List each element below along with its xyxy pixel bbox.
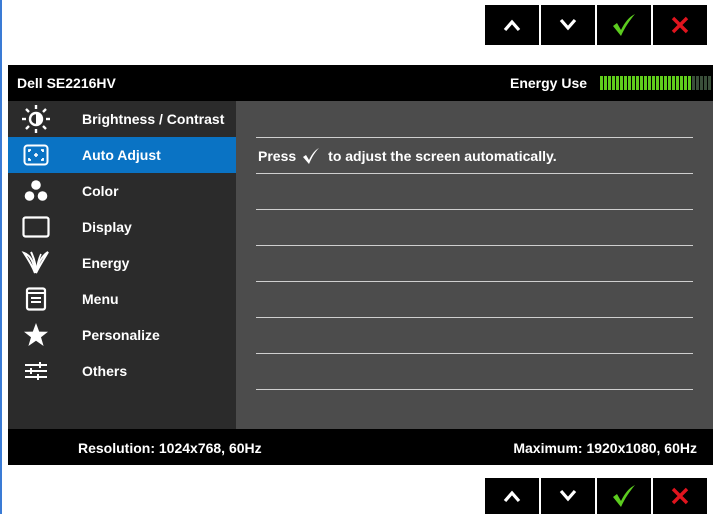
instruction-text: to adjust the screen automatically. bbox=[328, 148, 557, 164]
current-resolution: Resolution: 1024x768, 60Hz bbox=[78, 440, 262, 456]
auto-adjust-icon bbox=[16, 140, 56, 170]
exit-button[interactable] bbox=[653, 478, 707, 514]
confirm-button[interactable] bbox=[597, 5, 651, 45]
energy-meter-segment bbox=[652, 76, 655, 90]
maximum-resolution: Maximum: 1920x1080, 60Hz bbox=[513, 440, 697, 456]
row-divider bbox=[256, 173, 693, 174]
energy-meter-segment bbox=[604, 76, 607, 90]
row-divider bbox=[256, 245, 693, 246]
menu-item-display[interactable]: Display bbox=[8, 209, 236, 245]
menu-item-others[interactable]: Others bbox=[8, 353, 236, 389]
row-divider bbox=[256, 353, 693, 354]
model-name: Dell SE2216HV bbox=[17, 75, 116, 91]
energy-meter-segment bbox=[648, 76, 651, 90]
energy-meter-segment bbox=[644, 76, 647, 90]
menu-item-label: Auto Adjust bbox=[82, 147, 161, 163]
down-button[interactable] bbox=[541, 5, 595, 45]
color-icon bbox=[16, 176, 56, 206]
osd-footer: Resolution: 1024x768, 60Hz Maximum: 1920… bbox=[8, 429, 713, 465]
menu-item-color[interactable]: Color bbox=[8, 173, 236, 209]
energy-meter-segment bbox=[640, 76, 643, 90]
checkmark-icon bbox=[613, 14, 635, 36]
energy-meter-segment bbox=[620, 76, 623, 90]
menu-item-label: Color bbox=[82, 183, 119, 199]
up-arrow-icon bbox=[503, 490, 521, 503]
auto-adjust-instruction: Press to adjust the screen automatically… bbox=[258, 147, 557, 165]
energy-icon bbox=[16, 248, 56, 278]
energy-meter-segment bbox=[636, 76, 639, 90]
down-arrow-icon bbox=[559, 489, 577, 502]
confirm-button[interactable] bbox=[597, 478, 651, 514]
energy-meter-segment bbox=[616, 76, 619, 90]
energy-meter-segment bbox=[608, 76, 611, 90]
menu-item-label: Energy bbox=[82, 255, 130, 271]
energy-meter-segment bbox=[628, 76, 631, 90]
bottom-button-bar bbox=[485, 478, 709, 514]
display-icon bbox=[16, 212, 56, 242]
energy-meter-segment bbox=[632, 76, 635, 90]
top-button-bar bbox=[485, 5, 709, 45]
menu-item-label: Display bbox=[82, 219, 132, 235]
menu-item-label: Menu bbox=[82, 291, 119, 307]
menu-item-energy[interactable]: Energy bbox=[8, 245, 236, 281]
menu-item-label: Personalize bbox=[82, 327, 160, 343]
brightness-icon bbox=[16, 104, 56, 134]
menu-item-label: Brightness / Contrast bbox=[82, 111, 225, 127]
energy-meter-segment bbox=[664, 76, 667, 90]
energy-meter-segment bbox=[700, 76, 703, 90]
close-icon bbox=[671, 16, 689, 34]
window-edge bbox=[0, 0, 2, 514]
exit-button[interactable] bbox=[653, 5, 707, 45]
osd-window: Dell SE2216HV Energy Use Brightness / Co… bbox=[8, 65, 713, 465]
menu-item-personalize[interactable]: Personalize bbox=[8, 317, 236, 353]
energy-meter-segment bbox=[660, 76, 663, 90]
menu-item-menu[interactable]: Menu bbox=[8, 281, 236, 317]
checkmark-icon bbox=[613, 485, 635, 507]
sliders-icon bbox=[16, 356, 56, 386]
energy-meter-segment bbox=[612, 76, 615, 90]
energy-meter-segment bbox=[688, 76, 691, 90]
down-arrow-icon bbox=[559, 18, 577, 31]
energy-meter-segment bbox=[692, 76, 695, 90]
up-arrow-icon bbox=[503, 19, 521, 32]
energy-use-meter bbox=[600, 76, 711, 90]
close-icon bbox=[671, 487, 689, 505]
energy-meter-segment bbox=[672, 76, 675, 90]
menu-icon bbox=[16, 284, 56, 314]
press-text: Press bbox=[258, 148, 297, 164]
row-divider bbox=[256, 281, 693, 282]
star-icon bbox=[16, 320, 56, 350]
energy-meter-segment bbox=[600, 76, 603, 90]
energy-meter-segment bbox=[680, 76, 683, 90]
row-divider bbox=[256, 137, 693, 138]
menu-item-auto-adjust[interactable]: Auto Adjust bbox=[8, 137, 236, 173]
up-button[interactable] bbox=[485, 478, 539, 514]
energy-meter-segment bbox=[656, 76, 659, 90]
checkmark-icon bbox=[302, 147, 320, 165]
energy-meter-segment bbox=[668, 76, 671, 90]
menu-item-label: Others bbox=[82, 363, 128, 379]
down-button[interactable] bbox=[541, 478, 595, 514]
energy-meter-segment bbox=[684, 76, 687, 90]
energy-meter-segment bbox=[624, 76, 627, 90]
page: Dell SE2216HV Energy Use Brightness / Co… bbox=[0, 0, 713, 514]
osd-header: Dell SE2216HV Energy Use bbox=[8, 65, 713, 101]
row-divider bbox=[256, 389, 693, 390]
row-divider bbox=[256, 317, 693, 318]
energy-meter-segment bbox=[708, 76, 711, 90]
up-button[interactable] bbox=[485, 5, 539, 45]
energy-meter-segment bbox=[696, 76, 699, 90]
energy-meter-segment bbox=[676, 76, 679, 90]
energy-meter-segment bbox=[704, 76, 707, 90]
osd-content-panel: Press to adjust the screen automatically… bbox=[236, 101, 713, 429]
row-divider bbox=[256, 209, 693, 210]
energy-use-label: Energy Use bbox=[510, 75, 588, 91]
osd-menu-sidebar: Brightness / Contrast Auto Adjust Color … bbox=[8, 101, 236, 429]
menu-item-brightness-contrast[interactable]: Brightness / Contrast bbox=[8, 101, 236, 137]
